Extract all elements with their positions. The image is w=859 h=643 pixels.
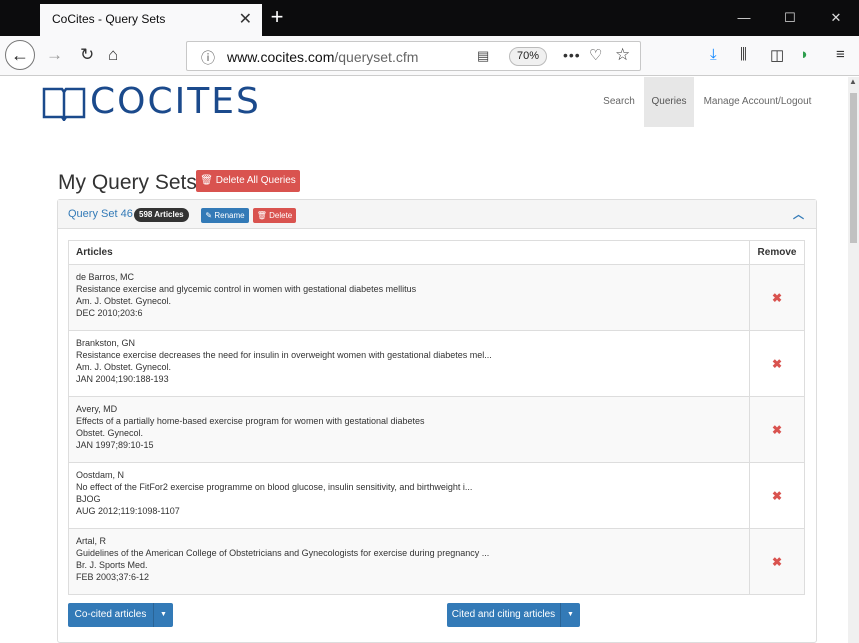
nav-search[interactable]: Search bbox=[594, 77, 644, 127]
caret-down-icon[interactable]: ▼ bbox=[560, 603, 580, 627]
url-bar[interactable]: ⓘ www.cocites.com/queryset.cfm ▤ 70% •••… bbox=[186, 41, 641, 71]
table-header-row: Articles Remove bbox=[68, 240, 805, 265]
page-content: COCITES Search Queries Manage Account/Lo… bbox=[0, 77, 848, 643]
article-citation: FEB 2003;37:6-12 bbox=[76, 572, 150, 582]
article-cell: de Barros, MC Resistance exercise and gl… bbox=[68, 264, 750, 331]
page-scrollbar[interactable]: ▲ bbox=[848, 77, 859, 643]
close-tab-icon[interactable]: ✕ bbox=[239, 9, 252, 29]
browser-nav-bar: ← → ↻ ⌂ ⓘ www.cocites.com/queryset.cfm ▤… bbox=[0, 36, 859, 76]
remove-article-icon[interactable]: ✖ bbox=[749, 396, 805, 463]
articles-table: Articles Remove de Barros, MC Resistance… bbox=[68, 240, 805, 595]
url-path: /queryset.cfm bbox=[334, 49, 419, 65]
nav-manage-account[interactable]: Manage Account/Logout bbox=[700, 77, 815, 127]
sidebar-icon[interactable]: ◫ bbox=[770, 46, 784, 64]
logo-text[interactable]: COCITES bbox=[90, 81, 261, 122]
article-title[interactable]: Guidelines of the American College of Ob… bbox=[76, 547, 742, 559]
article-cell: Artal, R Guidelines of the American Coll… bbox=[68, 528, 750, 595]
browser-tab-bar: CoCites - Query Sets ✕ + — ☐ ✕ bbox=[0, 0, 859, 36]
maximize-icon[interactable]: ☐ bbox=[767, 0, 813, 36]
url-text[interactable]: www.cocites.com/queryset.cfm bbox=[227, 49, 418, 65]
delete-all-label: Delete All Queries bbox=[215, 175, 296, 186]
article-author: Oostdam, N bbox=[76, 470, 125, 480]
bookmark-star-icon[interactable]: ☆ bbox=[615, 45, 630, 65]
caret-down-icon[interactable]: ▼ bbox=[153, 603, 173, 627]
reader-view-icon[interactable]: ▤ bbox=[477, 48, 489, 64]
query-set-title[interactable]: Query Set 46 bbox=[68, 208, 133, 220]
menu-icon[interactable]: ≡ bbox=[836, 46, 845, 63]
page-actions-icon[interactable]: ••• bbox=[563, 47, 581, 63]
scrollbar-thumb[interactable] bbox=[850, 93, 857, 243]
co-cited-label: Co-cited articles bbox=[74, 609, 147, 620]
article-author: Avery, MD bbox=[76, 404, 118, 414]
article-title[interactable]: Resistance exercise decreases the need f… bbox=[76, 349, 742, 361]
back-arrow-icon[interactable]: ← bbox=[5, 40, 35, 70]
minimize-icon[interactable]: — bbox=[721, 0, 767, 36]
article-count-badge: 598 Articles bbox=[134, 208, 189, 222]
co-cited-articles-button[interactable]: Co-cited articles ▼ bbox=[68, 603, 173, 627]
tab-title: CoCites - Query Sets bbox=[52, 12, 166, 26]
article-citation: AUG 2012;119:1098-1107 bbox=[76, 506, 180, 516]
scroll-up-icon[interactable]: ▲ bbox=[849, 77, 857, 86]
nav-queries[interactable]: Queries bbox=[644, 77, 694, 127]
article-author: de Barros, MC bbox=[76, 272, 135, 282]
article-journal: Am. J. Obstet. Gynecol. bbox=[76, 362, 172, 372]
article-citation: JAN 2004;190:188-193 bbox=[76, 374, 169, 384]
cited-citing-label: Cited and citing articles bbox=[451, 609, 556, 620]
cited-citing-articles-button[interactable]: Cited and citing articles ▼ bbox=[447, 603, 580, 627]
article-cell: Oostdam, N No effect of the FitFor2 exer… bbox=[68, 462, 750, 529]
remove-article-icon[interactable]: ✖ bbox=[749, 528, 805, 595]
article-cell: Avery, MD Effects of a partially home-ba… bbox=[68, 396, 750, 463]
article-journal: Obstet. Gynecol. bbox=[76, 428, 144, 438]
remove-article-icon[interactable]: ✖ bbox=[749, 462, 805, 529]
forward-arrow-icon[interactable]: → bbox=[46, 45, 63, 65]
home-icon[interactable]: ⌂ bbox=[108, 45, 118, 65]
article-author: Brankston, GN bbox=[76, 338, 136, 348]
rename-button[interactable]: ✎ Rename bbox=[201, 208, 249, 223]
url-domain: www.cocites.com bbox=[227, 49, 335, 65]
query-set-header: Query Set 46 598 Articles ✎ Rename 🗑 Del… bbox=[58, 200, 816, 229]
column-header-remove: Remove bbox=[749, 240, 805, 265]
table-row: de Barros, MC Resistance exercise and gl… bbox=[68, 264, 805, 331]
article-citation: JAN 1997;89:10-15 bbox=[76, 440, 154, 450]
delete-label: Delete bbox=[269, 211, 293, 220]
article-journal: Am. J. Obstet. Gynecol. bbox=[76, 296, 172, 306]
rename-label: Rename bbox=[214, 211, 245, 220]
extension-icon[interactable]: ◗ bbox=[800, 46, 809, 63]
column-header-articles: Articles bbox=[68, 240, 750, 265]
table-row: Avery, MD Effects of a partially home-ba… bbox=[68, 396, 805, 463]
chevron-up-icon[interactable]: ︿ bbox=[793, 206, 804, 222]
browser-tab[interactable]: CoCites - Query Sets ✕ bbox=[40, 4, 262, 36]
zoom-level[interactable]: 70% bbox=[509, 47, 547, 66]
trash-icon: 🗑 bbox=[200, 175, 213, 186]
article-title[interactable]: No effect of the FitFor2 exercise progra… bbox=[76, 481, 742, 493]
table-row: Brankston, GN Resistance exercise decrea… bbox=[68, 330, 805, 397]
download-icon[interactable]: ⤓ bbox=[710, 46, 717, 63]
remove-article-icon[interactable]: ✖ bbox=[749, 264, 805, 331]
library-icon[interactable]: ⫼ bbox=[740, 46, 747, 63]
trash-icon: 🗑 bbox=[256, 211, 267, 220]
remove-article-icon[interactable]: ✖ bbox=[749, 330, 805, 397]
article-author: Artal, R bbox=[76, 536, 107, 546]
query-set-panel: Query Set 46 598 Articles ✎ Rename 🗑 Del… bbox=[57, 199, 817, 643]
table-row: Oostdam, N No effect of the FitFor2 exer… bbox=[68, 462, 805, 529]
info-icon[interactable]: ⓘ bbox=[201, 48, 215, 68]
article-journal: Br. J. Sports Med. bbox=[76, 560, 148, 570]
article-title[interactable]: Resistance exercise and glycemic control… bbox=[76, 283, 742, 295]
article-title[interactable]: Effects of a partially home-based exerci… bbox=[76, 415, 742, 427]
delete-query-button[interactable]: 🗑 Delete bbox=[253, 208, 296, 223]
article-journal: BJOG bbox=[76, 494, 101, 504]
article-citation: DEC 2010;203:6 bbox=[76, 308, 143, 318]
close-window-icon[interactable]: ✕ bbox=[813, 0, 859, 36]
edit-icon: ✎ bbox=[205, 211, 213, 220]
delete-all-queries-button[interactable]: 🗑 Delete All Queries bbox=[196, 170, 300, 192]
table-row: Artal, R Guidelines of the American Coll… bbox=[68, 528, 805, 595]
pocket-icon[interactable]: ♡ bbox=[589, 46, 602, 64]
reload-icon[interactable]: ↻ bbox=[80, 45, 94, 65]
article-cell: Brankston, GN Resistance exercise decrea… bbox=[68, 330, 750, 397]
page-title: My Query Sets bbox=[58, 171, 197, 194]
new-tab-button[interactable]: + bbox=[262, 2, 292, 32]
book-logo-icon bbox=[42, 87, 86, 121]
